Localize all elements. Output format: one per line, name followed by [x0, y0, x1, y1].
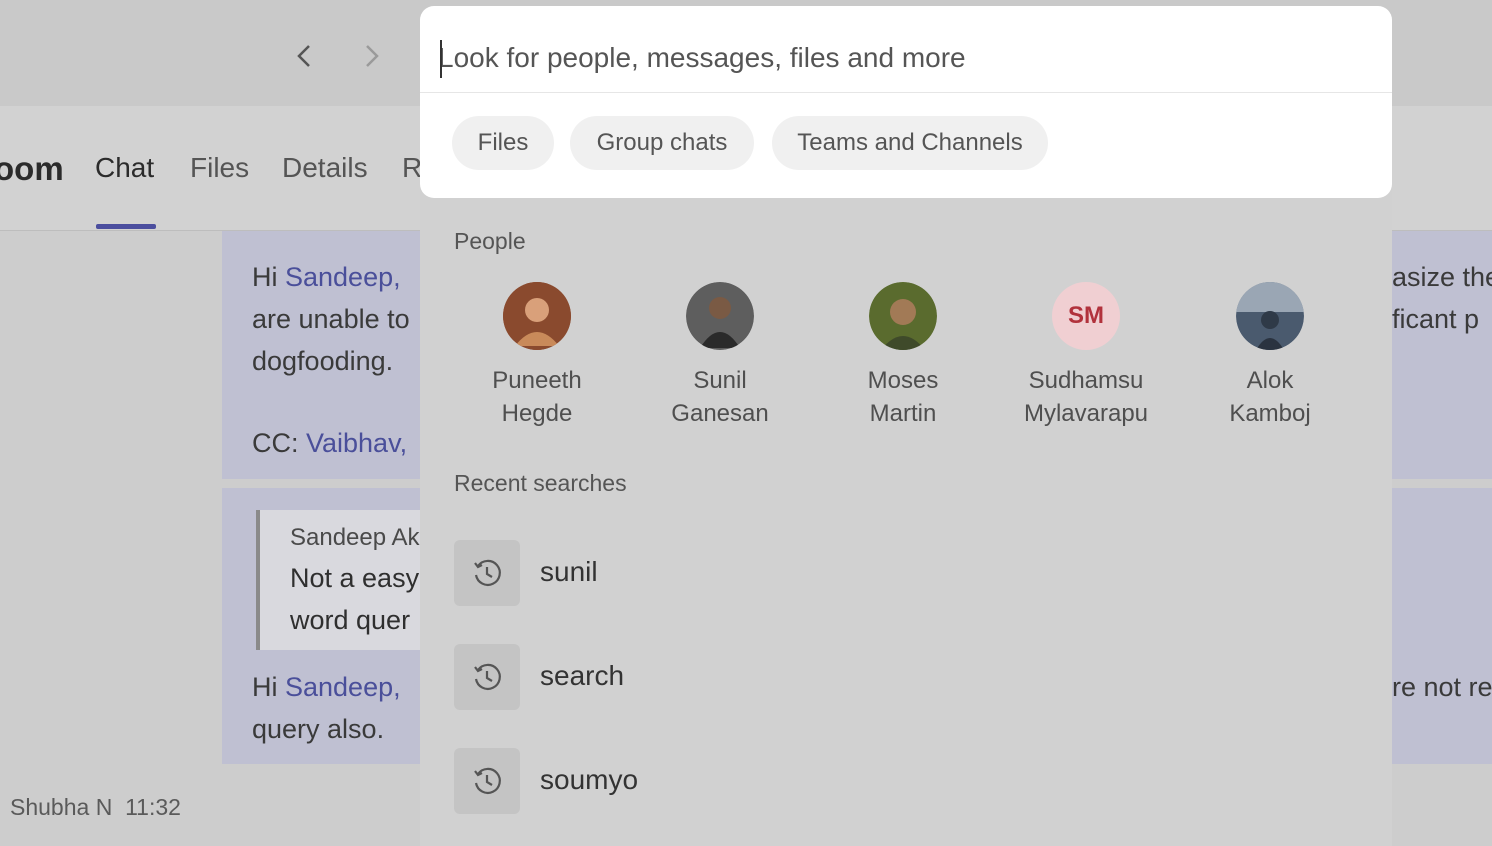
person-name: Puneeth Hegde [492, 367, 582, 427]
filter-chip-teams-channels[interactable]: Teams and Channels [772, 116, 1048, 170]
filter-chip-files[interactable]: Files [452, 116, 554, 170]
quote-author: Sandeep Ak [290, 524, 420, 551]
quote-text: word quer [290, 605, 411, 635]
chevron-right-icon [366, 45, 379, 67]
recent-search-item[interactable]: soumyo [454, 748, 954, 814]
person-name: Sunil Ganesan [671, 367, 769, 427]
message-line: are unable to [252, 304, 410, 334]
message-line: CC: Vaibhav, [252, 428, 408, 458]
avatar [1236, 282, 1304, 350]
person-suggestion[interactable]: Puneeth Hegde [457, 282, 617, 430]
avatar-initials: SM [1052, 282, 1120, 350]
message-line: dogfooding. [252, 346, 394, 376]
text-caret [440, 40, 442, 78]
active-tab-indicator [96, 224, 156, 229]
recent-search-item[interactable]: search [454, 644, 954, 710]
message-meta: Shubha N 11:32 [10, 794, 181, 821]
avatar [686, 282, 754, 350]
person-name: Moses Martin [867, 367, 939, 427]
chevron-left-icon [297, 45, 310, 67]
filter-chip-group-chats[interactable]: Group chats [570, 116, 754, 170]
back-button[interactable] [284, 36, 324, 76]
recent-search-text: search [540, 660, 625, 691]
message-line: asize the [1392, 262, 1492, 292]
message-line: Hi Sandeep, [252, 262, 401, 292]
message-bubble [1392, 488, 1492, 764]
tab-details[interactable]: Details [282, 152, 368, 184]
history-icon [454, 540, 520, 606]
person-suggestion[interactable]: Moses Martin [823, 282, 983, 430]
history-icon [454, 644, 520, 710]
mention-link[interactable]: Vaibhav, [306, 428, 407, 458]
quote-text: Not a easy [290, 563, 420, 593]
person-suggestion[interactable]: Alok Kamboj [1190, 282, 1350, 430]
person-suggestion[interactable]: SM Sudhamsu Mylavarapu [1006, 282, 1166, 430]
search-dropdown: Files Group chats Teams and Channels Peo… [420, 6, 1392, 846]
message-author: Shubha N [10, 794, 113, 820]
forward-button[interactable] [352, 36, 392, 76]
person-name: Alok Kamboj [1229, 367, 1311, 427]
tab-files[interactable]: Files [190, 152, 249, 184]
history-icon [454, 748, 520, 814]
person-suggestion[interactable]: Sunil Ganesan [640, 282, 800, 430]
search-input[interactable] [438, 32, 1368, 84]
message-line: ficant p [1392, 304, 1480, 334]
person-name: Sudhamsu Mylavarapu [1023, 367, 1149, 427]
search-header: Files Group chats Teams and Channels [420, 6, 1392, 198]
recent-search-item[interactable]: sunil [454, 540, 954, 606]
recent-search-text: soumyo [540, 764, 639, 795]
divider [420, 92, 1392, 93]
message-time: 11:32 [125, 794, 181, 820]
message-line: Hi Sandeep, [252, 672, 401, 702]
message-line: query also. [252, 714, 385, 744]
avatar [869, 282, 937, 350]
mention-link[interactable]: Sandeep, [285, 672, 401, 702]
people-section-label: People [454, 228, 526, 254]
message-line: re not re [1392, 672, 1492, 702]
recent-searches-label: Recent searches [454, 470, 627, 496]
room-title: oom [0, 150, 64, 187]
mention-link[interactable]: Sandeep, [285, 262, 401, 292]
avatar [503, 282, 571, 350]
tab-chat[interactable]: Chat [95, 152, 154, 184]
recent-search-text: sunil [540, 556, 598, 587]
